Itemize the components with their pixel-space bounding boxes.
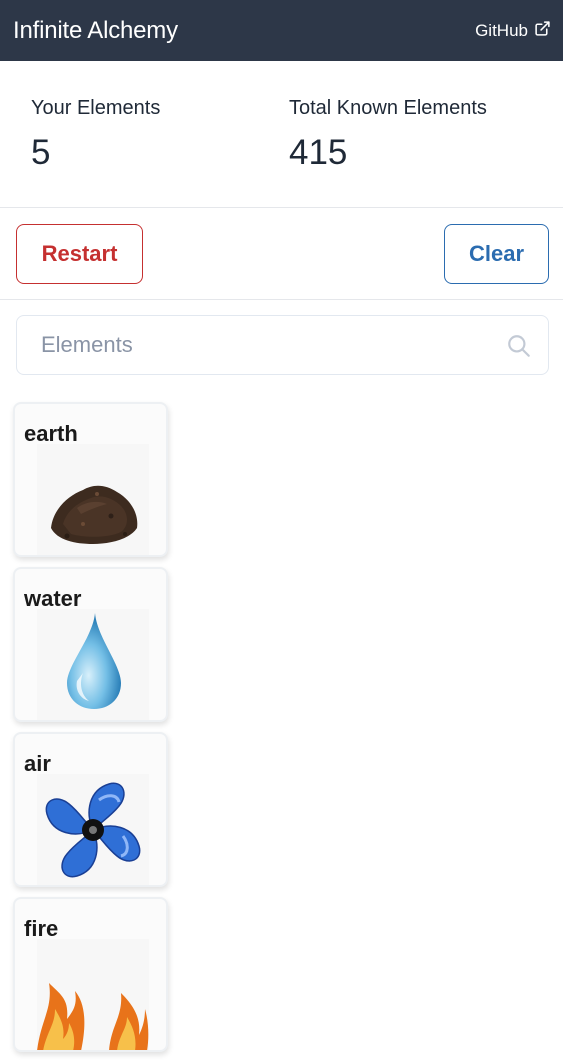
element-list: earth water air fire (13, 402, 169, 1062)
element-card-earth[interactable]: earth (13, 402, 168, 557)
element-card-water[interactable]: water (13, 567, 168, 722)
restart-button[interactable]: Restart (16, 224, 143, 284)
search-input[interactable] (17, 331, 477, 359)
water-drop-image (37, 609, 149, 720)
search-box (16, 315, 549, 375)
your-elements-count: 5 (31, 133, 51, 172)
total-known-label: Total Known Elements (289, 97, 487, 119)
top-navbar: Infinite Alchemy GitHub (0, 0, 563, 61)
element-card-fire[interactable]: fire (13, 897, 168, 1052)
clear-button[interactable]: Clear (444, 224, 549, 284)
flame-image (37, 939, 149, 1050)
action-bar: Restart Clear (0, 208, 563, 300)
app-title[interactable]: Infinite Alchemy (13, 17, 178, 45)
github-link[interactable]: GitHub (475, 20, 551, 42)
total-known-count: 415 (289, 133, 348, 172)
earth-pile-image (37, 444, 149, 555)
github-link-label: GitHub (475, 20, 528, 40)
external-link-icon (534, 20, 551, 42)
fan-image (37, 774, 149, 885)
search-icon[interactable] (506, 333, 532, 359)
element-card-air[interactable]: air (13, 732, 168, 887)
your-elements-label: Your Elements (31, 97, 161, 119)
stats-panel: Your Elements 5 Total Known Elements 415 (0, 61, 563, 208)
